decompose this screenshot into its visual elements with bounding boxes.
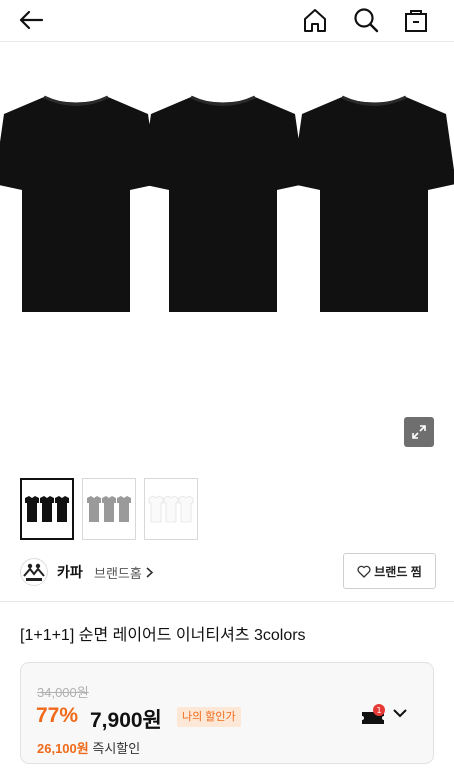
home-icon[interactable] <box>298 3 332 37</box>
coupon-button[interactable]: 1 <box>360 703 390 727</box>
chevron-down-icon[interactable] <box>392 705 408 721</box>
brand-logo[interactable] <box>20 558 48 586</box>
search-icon[interactable] <box>349 3 383 37</box>
coupon-count: 1 <box>376 706 381 715</box>
black-tshirt-image <box>0 95 156 312</box>
saved-label: 즉시할인 <box>92 741 141 756</box>
price-box: 34,000원 77% 7,900원 나의 할인가 26,100원 즉시할인 1 <box>20 662 434 764</box>
original-price: 34,000원 <box>37 685 89 700</box>
divider <box>0 601 454 602</box>
brand-follow-label: 브랜드 찜 <box>374 564 422 579</box>
arrow-left-icon[interactable] <box>14 3 48 37</box>
shopping-bag-icon[interactable] <box>399 3 433 37</box>
brand-home-link[interactable]: 브랜드홈 <box>94 563 154 582</box>
saved-amount: 26,100원 <box>37 741 89 756</box>
my-price-badge: 나의 할인가 <box>177 707 241 727</box>
thumbnail-black[interactable] <box>20 478 74 540</box>
discount-rate: 77% <box>36 704 79 727</box>
top-navigation-bar <box>0 0 454 42</box>
thumbnail-white[interactable] <box>144 478 198 540</box>
black-tshirt-image <box>294 95 454 312</box>
brand-home-label: 브랜드홈 <box>94 566 142 581</box>
coupon-icon: 1 <box>362 704 385 724</box>
expand-icon[interactable] <box>404 417 434 447</box>
color-thumbnails <box>20 478 198 540</box>
brand-follow-button[interactable]: 브랜드 찜 <box>343 553 436 589</box>
instant-discount: 26,100원 즉시할인 <box>37 738 140 757</box>
black-tshirt-image <box>143 95 303 312</box>
sale-price: 7,900원 <box>90 709 162 732</box>
brand-row: 카파 브랜드홈 브랜드 찜 <box>0 552 454 592</box>
chevron-right-icon <box>146 567 154 578</box>
product-image[interactable] <box>0 42 454 460</box>
brand-name[interactable]: 카파 <box>57 562 83 582</box>
heart-icon <box>357 565 371 578</box>
product-title: [1+1+1] 순면 레이어드 이너티셔츠 3colors <box>20 627 306 644</box>
thumbnail-gray[interactable] <box>82 478 136 540</box>
